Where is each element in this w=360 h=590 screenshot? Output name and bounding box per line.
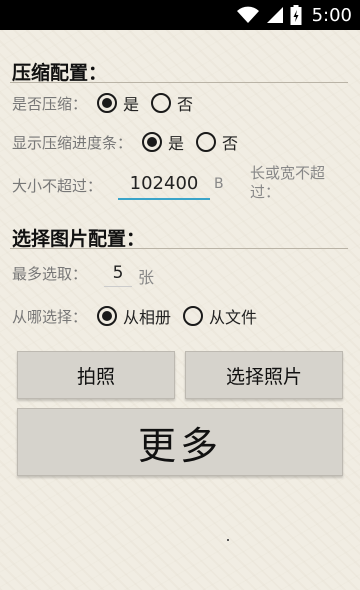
signal-icon — [266, 7, 283, 23]
battery-icon — [290, 5, 302, 25]
compress-label: 是否压缩： — [12, 94, 88, 113]
source-file-label: 从文件 — [209, 308, 258, 327]
compress-config-title: 压缩配置： — [12, 62, 108, 84]
source-label: 从哪选择： — [12, 307, 88, 326]
compress-row: 是否压缩： 是 否 — [12, 91, 205, 115]
pick-divider — [10, 248, 348, 249]
progress-row: 显示压缩进度条： 是 否 — [12, 130, 250, 154]
source-album-label: 从相册 — [123, 308, 172, 327]
source-album-radio[interactable] — [97, 306, 118, 326]
wifi-icon — [236, 6, 259, 23]
dimension-hint: 长或宽不超过： — [250, 164, 326, 201]
max-count-input[interactable]: 5 — [104, 259, 132, 287]
status-icons: 5:00 — [236, 4, 352, 26]
progress-yes-radio[interactable] — [142, 132, 163, 152]
progress-yes-label: 是 — [168, 134, 185, 153]
source-row: 从哪选择： 从相册 从文件 — [12, 304, 269, 328]
progress-yes-option[interactable]: 是 — [142, 130, 184, 154]
compress-no-option[interactable]: 否 — [151, 91, 193, 115]
decorative-dot — [227, 539, 229, 541]
progress-no-radio[interactable] — [196, 132, 217, 152]
progress-no-label: 否 — [222, 134, 239, 153]
compress-yes-option[interactable]: 是 — [97, 91, 139, 115]
clock: 5:00 — [311, 4, 352, 26]
max-count-label: 最多选取： — [12, 265, 88, 283]
size-limit-input[interactable]: 102400 — [118, 168, 210, 200]
size-unit: B — [214, 176, 224, 192]
choose-photo-button[interactable]: 选择照片 — [185, 351, 343, 399]
source-file-option[interactable]: 从文件 — [183, 304, 257, 328]
max-count-unit: 张 — [138, 268, 155, 287]
source-file-radio[interactable] — [183, 306, 204, 326]
compress-yes-radio[interactable] — [97, 93, 118, 113]
compress-no-label: 否 — [177, 95, 194, 114]
more-button[interactable]: 更多 — [17, 408, 343, 476]
source-album-option[interactable]: 从相册 — [97, 304, 171, 328]
size-label: 大小不超过： — [12, 177, 103, 195]
compress-divider — [10, 82, 348, 83]
progress-label: 显示压缩进度条： — [12, 133, 133, 152]
progress-no-option[interactable]: 否 — [196, 130, 238, 154]
take-photo-button[interactable]: 拍照 — [17, 351, 175, 399]
compress-no-radio[interactable] — [151, 93, 172, 113]
compress-yes-label: 是 — [123, 95, 140, 114]
pick-config-title: 选择图片配置： — [12, 228, 146, 250]
status-bar: 5:00 — [0, 0, 360, 30]
